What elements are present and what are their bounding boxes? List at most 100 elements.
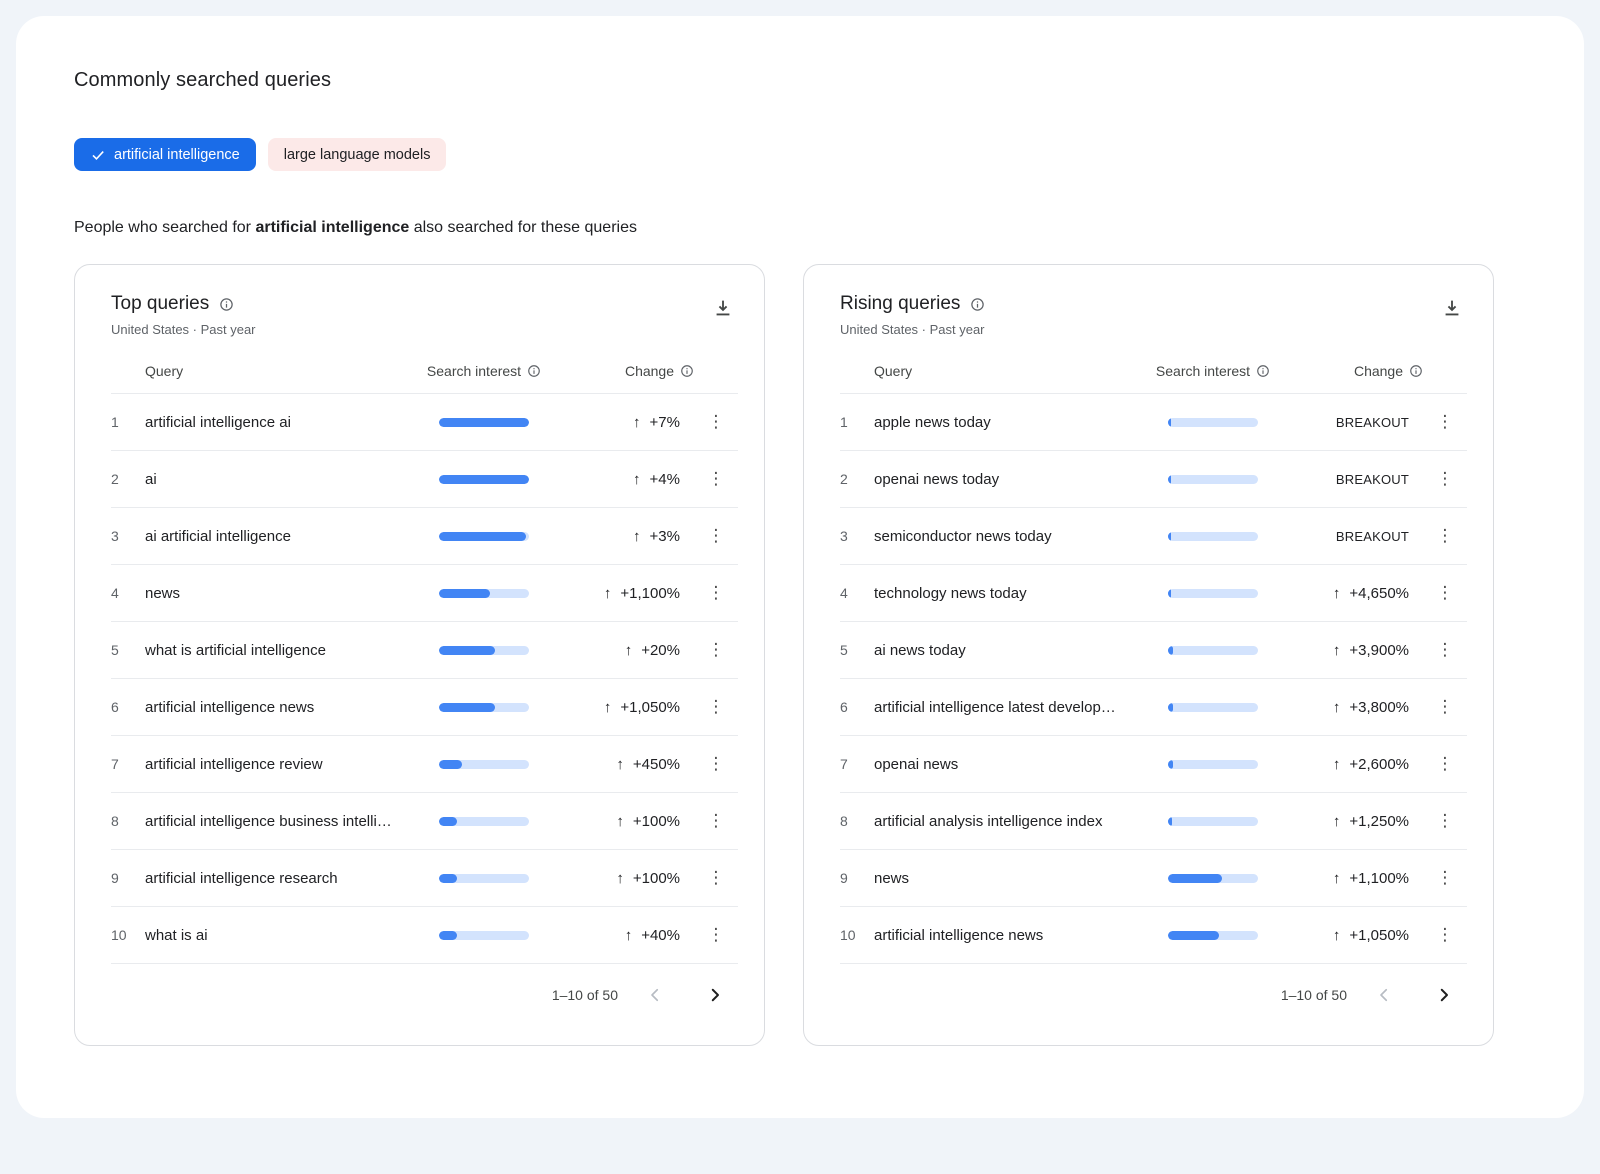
download-button[interactable]	[1437, 293, 1467, 323]
chip-label: artificial intelligence	[114, 147, 240, 163]
change-value: +2,600%	[1349, 756, 1409, 773]
row-query-link[interactable]: artificial intelligence latest develop…	[874, 699, 1153, 716]
row-query-link[interactable]: openai news	[874, 756, 1153, 773]
row-change: ↑ +1,100%	[544, 585, 694, 602]
change-value: +3,800%	[1349, 699, 1409, 716]
more-options-button[interactable]: ⋮	[700, 809, 733, 834]
row-query-link[interactable]: what is ai	[145, 927, 424, 944]
change-value: BREAKOUT	[1336, 529, 1409, 544]
row-change: ↑ +100%	[544, 870, 694, 887]
table-row: 2 ai ↑ +4% ⋮	[111, 450, 738, 507]
row-query-link[interactable]: artificial intelligence news	[874, 927, 1153, 944]
row-query-link[interactable]: artificial analysis intelligence index	[874, 813, 1153, 830]
table-header-row: Query Search interest Change	[840, 337, 1467, 393]
more-options-button[interactable]: ⋮	[1429, 410, 1462, 435]
more-options-button[interactable]: ⋮	[1429, 467, 1462, 492]
card-meta: United States · Past year	[111, 322, 256, 337]
row-query-link[interactable]: artificial intelligence review	[145, 756, 424, 773]
arrow-up-icon: ↑	[1333, 927, 1341, 944]
row-query-link[interactable]: artificial intelligence news	[145, 699, 424, 716]
row-query-link[interactable]: ai	[145, 471, 424, 488]
table-row: 10 what is ai ↑ +40% ⋮	[111, 906, 738, 963]
pagination-bar: 1–10 of 50	[840, 964, 1467, 1030]
previous-page-button[interactable]	[632, 978, 678, 1012]
change-value: +3,900%	[1349, 642, 1409, 659]
row-query-link[interactable]: apple news today	[874, 414, 1153, 431]
info-icon[interactable]	[680, 364, 694, 378]
table-row: 3 ai artificial intelligence ↑ +3% ⋮	[111, 507, 738, 564]
card-title: Top queries	[111, 293, 209, 315]
more-options-button[interactable]: ⋮	[1429, 752, 1462, 777]
more-options-button[interactable]: ⋮	[700, 524, 733, 549]
row-query-link[interactable]: news	[874, 870, 1153, 887]
more-options-button[interactable]: ⋮	[1429, 866, 1462, 891]
table-row: 7 openai news ↑ +2,600% ⋮	[840, 735, 1467, 792]
row-change: ↑ +1,050%	[1273, 927, 1423, 944]
more-options-button[interactable]: ⋮	[1429, 809, 1462, 834]
more-options-button[interactable]: ⋮	[700, 638, 733, 663]
more-options-button[interactable]: ⋮	[700, 581, 733, 606]
chip-artificial-intelligence[interactable]: artificial intelligence	[74, 138, 256, 171]
row-query-link[interactable]: technology news today	[874, 585, 1153, 602]
change-value: BREAKOUT	[1336, 472, 1409, 487]
more-options-button[interactable]: ⋮	[700, 410, 733, 435]
change-value: +1,050%	[620, 699, 680, 716]
search-interest-bar	[1153, 817, 1273, 826]
change-value: +20%	[641, 642, 680, 659]
more-options-button[interactable]: ⋮	[700, 752, 733, 777]
row-query-link[interactable]: artificial intelligence business intelli…	[145, 813, 424, 830]
download-button[interactable]	[708, 293, 738, 323]
more-options-button[interactable]: ⋮	[1429, 923, 1462, 948]
row-query-link[interactable]: openai news today	[874, 471, 1153, 488]
more-options-button[interactable]: ⋮	[700, 467, 733, 492]
search-interest-bar	[1153, 646, 1273, 655]
row-query-link[interactable]: ai news today	[874, 642, 1153, 659]
arrow-up-icon: ↑	[604, 699, 612, 716]
row-query-link[interactable]: artificial intelligence research	[145, 870, 424, 887]
change-value: +100%	[633, 870, 680, 887]
arrow-up-icon: ↑	[633, 414, 641, 431]
more-options-button[interactable]: ⋮	[1429, 524, 1462, 549]
row-change: ↑ +7%	[544, 414, 694, 431]
change-value: +1,100%	[620, 585, 680, 602]
search-interest-bar	[424, 931, 544, 940]
row-change: ↑ +3,800%	[1273, 699, 1423, 716]
info-icon[interactable]	[970, 297, 985, 312]
more-options-button[interactable]: ⋮	[700, 866, 733, 891]
pagination-bar: 1–10 of 50	[111, 964, 738, 1030]
info-icon[interactable]	[1409, 364, 1423, 378]
row-query-link[interactable]: semiconductor news today	[874, 528, 1153, 545]
more-options-button[interactable]: ⋮	[700, 695, 733, 720]
pagination-label: 1–10 of 50	[552, 987, 618, 1003]
info-icon[interactable]	[1256, 364, 1270, 378]
row-rank: 10	[840, 927, 874, 943]
query-column-header: Query	[145, 363, 424, 379]
card-title: Rising queries	[840, 293, 960, 315]
change-value: +1,100%	[1349, 870, 1409, 887]
row-query-link[interactable]: ai artificial intelligence	[145, 528, 424, 545]
search-interest-bar	[424, 475, 544, 484]
row-query-link[interactable]: what is artificial intelligence	[145, 642, 424, 659]
row-rank: 5	[111, 642, 145, 658]
more-options-button[interactable]: ⋮	[1429, 581, 1462, 606]
chip-large-language-models[interactable]: large language models	[268, 138, 447, 171]
arrow-up-icon: ↑	[633, 471, 641, 488]
row-rank: 1	[840, 414, 874, 430]
row-query-link[interactable]: artificial intelligence ai	[145, 414, 424, 431]
more-options-button[interactable]: ⋮	[1429, 695, 1462, 720]
info-icon[interactable]	[219, 297, 234, 312]
card-meta: United States · Past year	[840, 322, 985, 337]
search-interest-bar	[1153, 589, 1273, 598]
search-interest-bar	[424, 703, 544, 712]
more-options-button[interactable]: ⋮	[700, 923, 733, 948]
search-interest-bar	[424, 418, 544, 427]
previous-page-button[interactable]	[1361, 978, 1407, 1012]
row-query-link[interactable]: news	[145, 585, 424, 602]
info-icon[interactable]	[527, 364, 541, 378]
change-value: +4,650%	[1349, 585, 1409, 602]
next-page-button[interactable]	[692, 978, 738, 1012]
more-options-button[interactable]: ⋮	[1429, 638, 1462, 663]
search-interest-column-header: Search interest	[424, 363, 544, 379]
row-change: ↑ +1,250%	[1273, 813, 1423, 830]
next-page-button[interactable]	[1421, 978, 1467, 1012]
